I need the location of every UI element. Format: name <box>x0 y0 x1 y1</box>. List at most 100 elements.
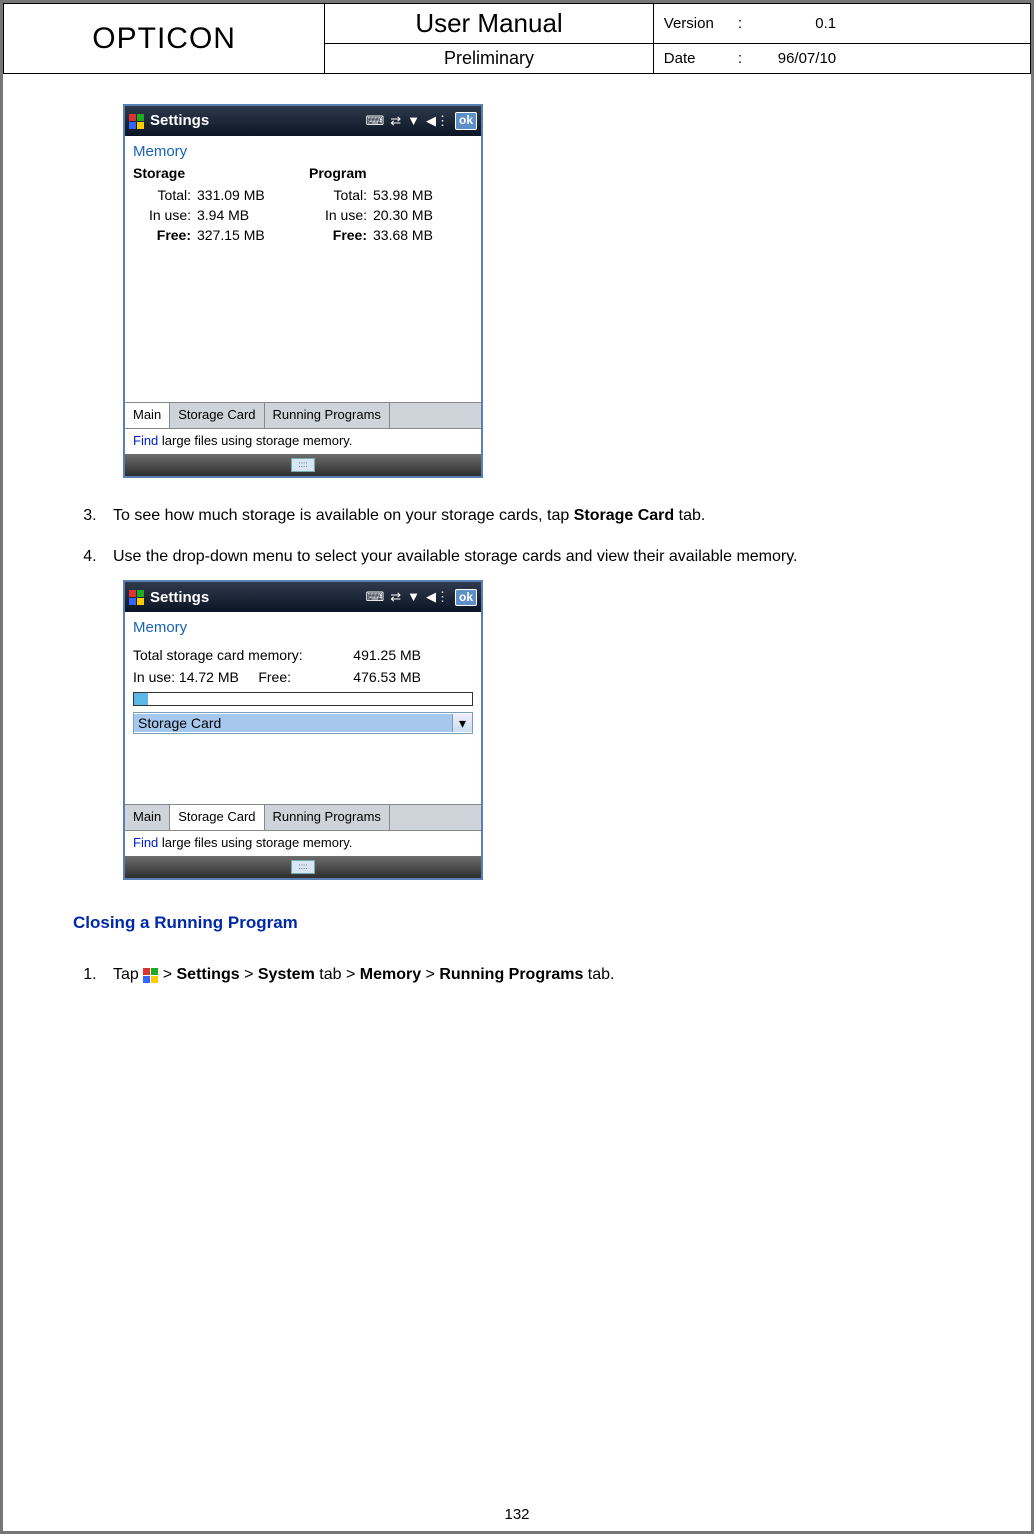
program-column: Program Total: 53.98 MB In use: 20.30 MB… <box>309 164 455 245</box>
titlebar-title: Settings <box>150 588 359 608</box>
step-4: Use the drop-down menu to select your av… <box>101 539 961 574</box>
program-inuse: 20.30 MB <box>373 206 455 224</box>
date-value: 96/07/10 <box>756 50 836 67</box>
storage-dropdown[interactable]: Storage Card ▾ <box>133 712 473 734</box>
volume-icon[interactable]: ◀⋮ <box>426 113 449 130</box>
tab-running-programs[interactable]: Running Programs <box>265 805 390 830</box>
soft-key-bar: :::: <box>125 454 481 476</box>
storage-column: Storage Total: 331.09 MB In use: 3.94 MB… <box>133 164 279 245</box>
signal-icon[interactable]: ▼ <box>407 589 420 606</box>
closing-step-1: Tap > Settings > System tab > Memory > R… <box>101 957 961 992</box>
program-kv: Total: 53.98 MB In use: 20.30 MB Free: 3… <box>309 186 455 245</box>
hint-line: Find large files using storage memory. <box>125 831 481 856</box>
storage-total: 331.09 MB <box>197 186 279 204</box>
keyboard-icon[interactable]: :::: <box>291 458 315 472</box>
label-total: Total: <box>309 186 367 204</box>
content: Settings ⌨ ⇄ ▼ ◀⋮ ok Memory Storage Tota… <box>3 74 1031 993</box>
step1-pre: Tap <box>113 966 143 983</box>
tab-main[interactable]: Main <box>125 403 170 428</box>
doc-subtitle: Preliminary <box>325 44 654 74</box>
version-label: Version <box>664 15 734 32</box>
step3-bold: Storage Card <box>574 507 674 524</box>
path-running: Running Programs <box>439 966 583 983</box>
storage-card-grid: Total storage card memory: 491.25 MB In … <box>125 640 481 686</box>
section-label: Memory <box>125 136 481 164</box>
total-value: 491.25 MB <box>331 646 421 664</box>
storage-free: 327.15 MB <box>197 226 279 244</box>
tabs: Main Storage Card Running Programs <box>125 402 481 429</box>
tab-storage-card[interactable]: Storage Card <box>170 403 264 428</box>
usage-bar-fill <box>134 693 148 705</box>
doc-title: User Manual <box>325 4 654 44</box>
tab-running-programs[interactable]: Running Programs <box>265 403 390 428</box>
keyboard-icon[interactable]: :::: <box>291 860 315 874</box>
label-total: Total: <box>133 186 191 204</box>
storage-inuse: 3.94 MB <box>197 206 279 224</box>
step1-gt2: > <box>244 966 258 983</box>
inuse-label: In use: <box>133 669 175 685</box>
titlebar: Settings ⌨ ⇄ ▼ ◀⋮ ok <box>125 106 481 136</box>
program-free: 33.68 MB <box>373 226 455 244</box>
ok-button[interactable]: ok <box>455 112 477 130</box>
section-heading: Closing a Running Program <box>73 904 961 941</box>
free-label: Free: <box>258 669 291 685</box>
screenshot-memory-main: Settings ⌨ ⇄ ▼ ◀⋮ ok Memory Storage Tota… <box>123 104 483 478</box>
inuse-row: In use: 14.72 MB Free: <box>133 668 323 686</box>
brand-cell: OPTICON <box>4 4 325 74</box>
program-total: 53.98 MB <box>373 186 455 204</box>
hint-line: Find large files using storage memory. <box>125 429 481 454</box>
step1-gt4: > <box>426 966 440 983</box>
meta-sep: : <box>738 50 752 67</box>
start-icon[interactable] <box>129 114 144 129</box>
titlebar-title: Settings <box>150 111 359 131</box>
hint-rest: large files using storage memory. <box>158 835 352 850</box>
titlebar: Settings ⌨ ⇄ ▼ ◀⋮ ok <box>125 582 481 612</box>
dropdown-selected: Storage Card <box>134 714 452 732</box>
storage-kv: Total: 331.09 MB In use: 3.94 MB Free: 3… <box>133 186 279 245</box>
free-value: 476.53 MB <box>331 668 421 686</box>
start-icon[interactable] <box>129 590 144 605</box>
memory-columns: Storage Total: 331.09 MB In use: 3.94 MB… <box>133 164 473 245</box>
screenshot-storage-card: Settings ⌨ ⇄ ▼ ◀⋮ ok Memory Total storag… <box>123 580 483 880</box>
inuse-value: 14.72 MB <box>179 669 239 685</box>
version-cell: Version : 0.1 <box>653 4 1030 44</box>
version-value: 0.1 <box>756 15 836 32</box>
label-free: Free: <box>309 226 367 244</box>
total-label: Total storage card memory: <box>133 646 323 664</box>
chevron-down-icon[interactable]: ▾ <box>452 714 472 732</box>
path-memory: Memory <box>360 966 421 983</box>
step1-gt1: > <box>163 966 177 983</box>
label-free: Free: <box>133 226 191 244</box>
connectivity-icon[interactable]: ⇄ <box>390 113 401 130</box>
section-label: Memory <box>125 612 481 640</box>
ok-button[interactable]: ok <box>455 589 477 607</box>
input-icon[interactable]: ⌨ <box>365 589 384 606</box>
volume-icon[interactable]: ◀⋮ <box>426 589 449 606</box>
soft-key-bar: :::: <box>125 856 481 878</box>
path-system: System <box>258 966 315 983</box>
path-settings: Settings <box>177 966 240 983</box>
signal-icon[interactable]: ▼ <box>407 113 420 130</box>
tabs: Main Storage Card Running Programs <box>125 804 481 831</box>
page-number: 132 <box>3 1506 1031 1523</box>
find-link[interactable]: Find <box>133 835 158 850</box>
hint-rest: large files using storage memory. <box>158 433 352 448</box>
tab-main[interactable]: Main <box>125 805 170 830</box>
tab-storage-card[interactable]: Storage Card <box>170 805 264 830</box>
date-label: Date <box>664 50 734 67</box>
find-link[interactable]: Find <box>133 433 158 448</box>
document-header: OPTICON User Manual Version : 0.1 Prelim… <box>3 3 1031 74</box>
page: OPTICON User Manual Version : 0.1 Prelim… <box>0 0 1034 1534</box>
closing-steps: Tap > Settings > System tab > Memory > R… <box>101 957 961 992</box>
connectivity-icon[interactable]: ⇄ <box>390 589 401 606</box>
meta-sep: : <box>738 15 752 32</box>
program-heading: Program <box>309 164 455 182</box>
step3-post: tab. <box>674 507 705 524</box>
usage-bar <box>133 692 473 706</box>
step1-gt3: > <box>346 966 360 983</box>
input-icon[interactable]: ⌨ <box>365 113 384 130</box>
start-icon <box>143 968 158 983</box>
storage-heading: Storage <box>133 164 279 182</box>
memory-area: Storage Total: 331.09 MB In use: 3.94 MB… <box>125 164 481 253</box>
label-inuse: In use: <box>309 206 367 224</box>
